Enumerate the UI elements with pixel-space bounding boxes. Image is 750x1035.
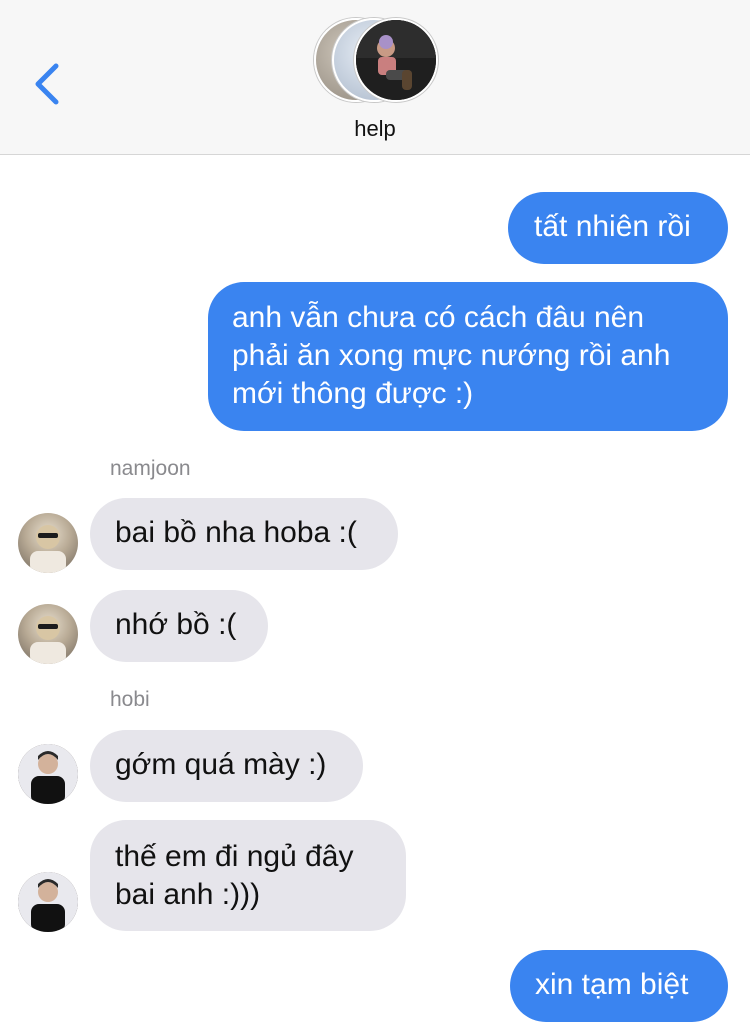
incoming-message[interactable]: gớm quá mày :) — [82, 730, 363, 802]
outgoing-message[interactable]: anh vẫn chưa có cách đâu nên phải ăn xon… — [208, 282, 736, 431]
conversation-title[interactable]: help — [0, 116, 750, 142]
message-text: gớm quá mày :) — [115, 748, 327, 781]
message-line: phải ăn xong mực nướng rồi anh — [232, 339, 671, 372]
outgoing-message[interactable]: tất nhiên rồi — [508, 192, 736, 264]
message-line: bai anh :))) — [115, 878, 261, 911]
sender-name: namjoon — [110, 457, 191, 480]
message-text: tất nhiên rồi — [534, 210, 691, 243]
message-line: anh vẫn chưa có cách đâu nên — [232, 301, 645, 334]
avatar[interactable] — [18, 872, 78, 932]
incoming-message[interactable]: bai bồ nha hoba :( — [82, 498, 398, 570]
avatar[interactable] — [18, 604, 78, 664]
back-button[interactable] — [28, 60, 68, 108]
avatar[interactable] — [18, 513, 78, 573]
sender-name: hobi — [110, 688, 150, 711]
message-text: nhớ bồ :( — [115, 608, 237, 641]
message-text: bai bồ nha hoba :( — [115, 516, 357, 549]
incoming-message[interactable]: nhớ bồ :( — [82, 590, 268, 662]
conversation-header: help — [0, 0, 750, 155]
message-text: xin tạm biệt — [535, 968, 689, 1001]
member-avatar-3 — [354, 18, 438, 102]
outgoing-message[interactable]: xin tạm biệt — [510, 950, 736, 1022]
incoming-message[interactable]: thế em đi ngủ đây bai anh :))) — [82, 820, 406, 931]
group-avatar[interactable] — [312, 18, 438, 104]
message-line: mới thông được :) — [232, 377, 474, 410]
chevron-left-icon — [35, 63, 59, 105]
message-line: thế em đi ngủ đây — [115, 840, 354, 873]
avatar[interactable] — [18, 744, 78, 804]
